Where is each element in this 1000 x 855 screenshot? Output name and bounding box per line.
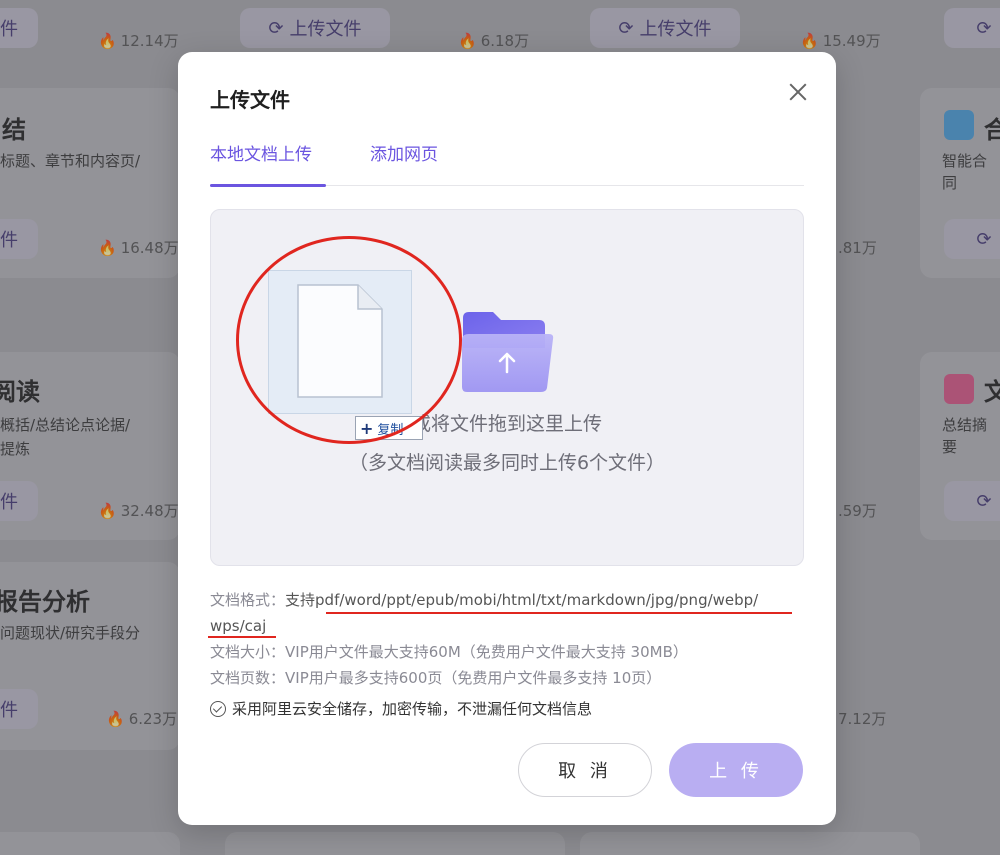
size-text: VIP用户文件最大支持60M（免费用户文件最大支持 30MB） [285, 643, 688, 661]
tab-label: 添加网页 [370, 145, 438, 165]
drop-limit-note: （多文档阅读最多同时上传6个文件） [348, 452, 666, 474]
format-label: 文档格式： [210, 591, 286, 609]
active-tab-indicator [210, 184, 326, 187]
security-note: 采用阿里云安全储存，加密传输，不泄漏任何文档信息 [210, 698, 592, 719]
annotation-underline [326, 612, 792, 614]
security-text: 采用阿里云安全储存，加密传输，不泄漏任何文档信息 [232, 700, 593, 718]
cancel-button[interactable]: 取 消 [518, 743, 652, 797]
tab-add-webpage[interactable]: 添加网页 [370, 142, 438, 186]
format-list-cont: wps/caj [210, 617, 267, 635]
pages-label: 文档页数： [210, 669, 286, 687]
close-icon[interactable] [786, 80, 810, 104]
size-label: 文档大小： [210, 643, 286, 661]
folder-upload-icon [462, 312, 554, 392]
tab-local-upload[interactable]: 本地文档上传 [210, 142, 326, 187]
dialog-title: 上传文件 [210, 88, 290, 112]
format-prefix: 支持 [285, 591, 316, 609]
format-info-cont: wps/caj [210, 615, 266, 637]
upload-tabs: 本地文档上传 添加网页 [210, 142, 804, 187]
pages-text: VIP用户最多支持600页（免费用户文件最多支持 10页） [285, 669, 662, 687]
pages-info: 文档页数：VIP用户最多支持600页（免费用户文件最多支持 10页） [210, 667, 661, 689]
format-list: pdf/word/ppt/epub/mobi/html/txt/markdown… [315, 591, 759, 609]
size-info: 文档大小：VIP用户文件最大支持60M（免费用户文件最大支持 30MB） [210, 641, 688, 663]
format-info: 文档格式：支持pdf/word/ppt/epub/mobi/html/txt/m… [210, 589, 758, 611]
check-circle-icon [210, 700, 226, 717]
tab-label: 本地文档上传 [210, 145, 312, 165]
upload-button[interactable]: 上 传 [669, 743, 803, 797]
annotation-circle [236, 236, 462, 444]
annotation-underline [208, 636, 276, 638]
upload-dialog: 上传文件 本地文档上传 添加网页 或将文件拖到这里上传 （多文档阅读最多同时上传… [178, 52, 836, 825]
